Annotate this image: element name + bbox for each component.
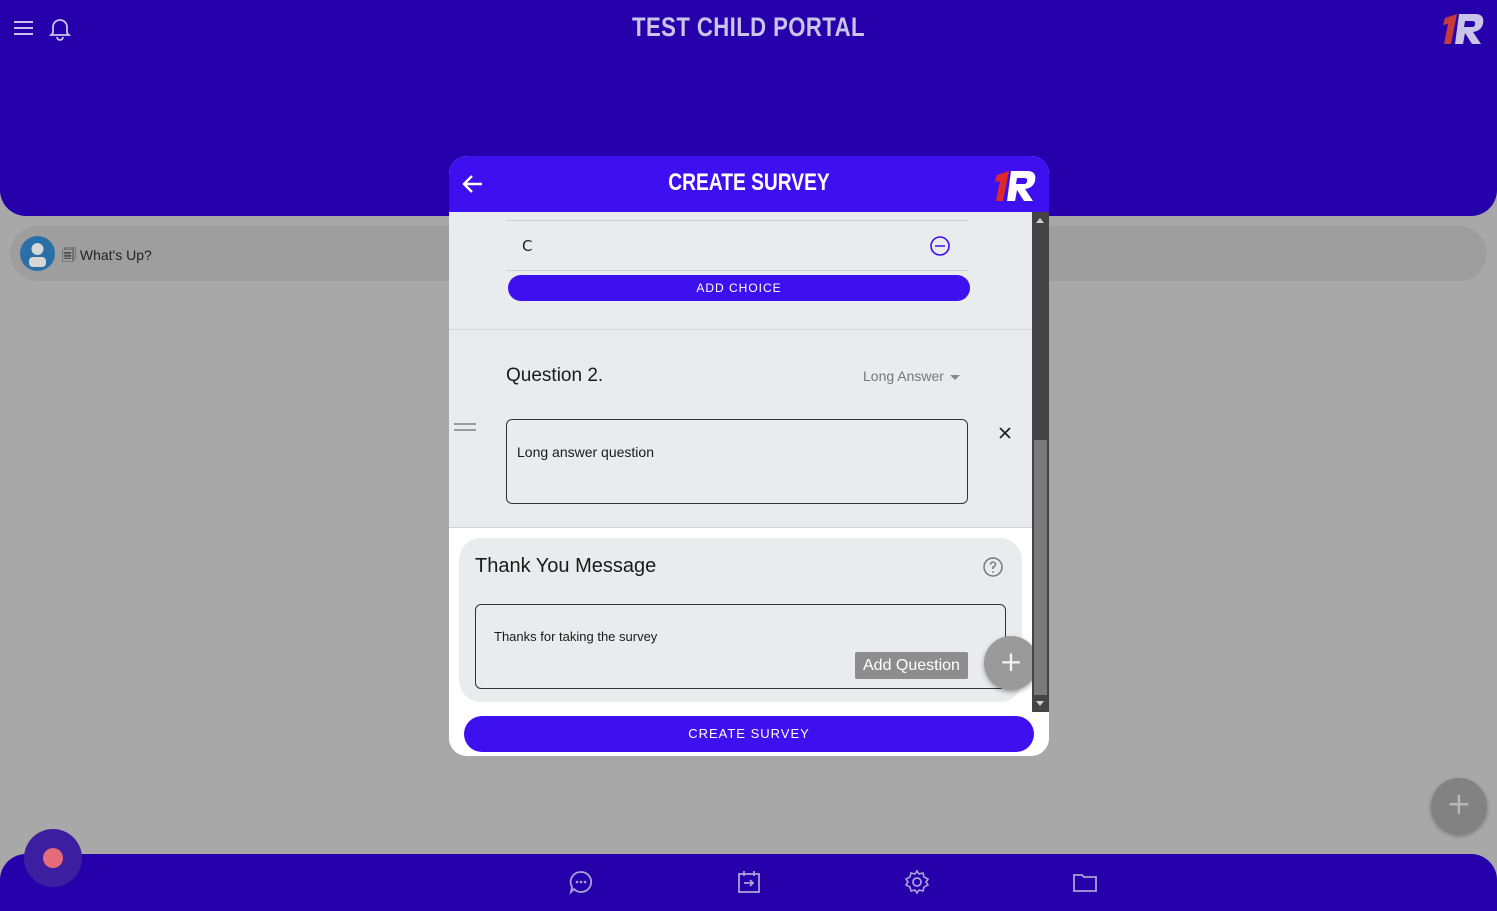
modal-body[interactable]: C ADD CHOICE Question 2. Long Answer Lon… (449, 212, 1032, 712)
modal-title: CREATE SURVEY (668, 169, 830, 196)
scroll-thumb[interactable] (1034, 440, 1047, 695)
bottom-nav (0, 854, 1497, 911)
drag-handle-icon[interactable] (454, 423, 476, 435)
folder-icon[interactable] (1071, 868, 1099, 896)
brand-logo (1443, 14, 1484, 44)
choice-label[interactable]: C (522, 237, 532, 255)
question-section: Question 2. Long Answer Long answer ques… (449, 330, 1032, 528)
question-type-value: Long Answer (863, 368, 944, 384)
portal-title: TEST CHILD PORTAL (632, 12, 865, 42)
page-add-button[interactable]: + (1431, 778, 1487, 834)
close-icon[interactable] (993, 421, 1017, 445)
create-survey-button[interactable]: CREATE SURVEY (464, 716, 1034, 752)
record-dot-icon (43, 848, 63, 868)
record-button[interactable] (24, 829, 82, 887)
question-type-select[interactable]: Long Answer (863, 368, 960, 384)
calendar-icon[interactable] (735, 868, 763, 896)
choice-item[interactable]: C (506, 222, 968, 271)
modal-header: CREATE SURVEY (449, 156, 1049, 212)
add-question-tooltip: Add Question (855, 652, 968, 679)
chat-icon[interactable] (567, 868, 595, 896)
choices-section: C ADD CHOICE (449, 212, 1032, 330)
help-icon[interactable] (982, 556, 1004, 578)
brand-logo (995, 171, 1036, 201)
caret-down-icon (949, 374, 960, 380)
arrow-left-icon[interactable] (459, 170, 487, 198)
bell-icon[interactable] (46, 14, 74, 42)
menu-icon[interactable] (10, 14, 38, 42)
thank-you-text: Thanks for taking the survey (494, 629, 658, 644)
create-survey-modal: CREATE SURVEY C ADD CHOICE Question 2. L… (449, 156, 1049, 756)
scroll-up-icon[interactable] (1036, 218, 1044, 223)
add-question-button[interactable]: + (984, 636, 1032, 690)
feed-item-text: 🗐 What's Up? (62, 247, 152, 263)
remove-circle-icon[interactable] (928, 234, 952, 258)
thank-you-title: Thank You Message (475, 555, 657, 577)
settings-icon[interactable] (903, 868, 931, 896)
question-text: Long answer question (517, 444, 654, 460)
question-text-field[interactable]: Long answer question (506, 419, 968, 504)
question-label: Question 2. (506, 365, 604, 386)
scroll-down-icon[interactable] (1036, 701, 1044, 706)
scrollbar[interactable] (1032, 212, 1049, 712)
divider (506, 220, 968, 221)
user-avatar[interactable] (20, 236, 55, 271)
add-choice-button[interactable]: ADD CHOICE (508, 275, 970, 301)
avatar-icon (29, 243, 46, 267)
modal-footer: CREATE SURVEY (449, 712, 1049, 756)
